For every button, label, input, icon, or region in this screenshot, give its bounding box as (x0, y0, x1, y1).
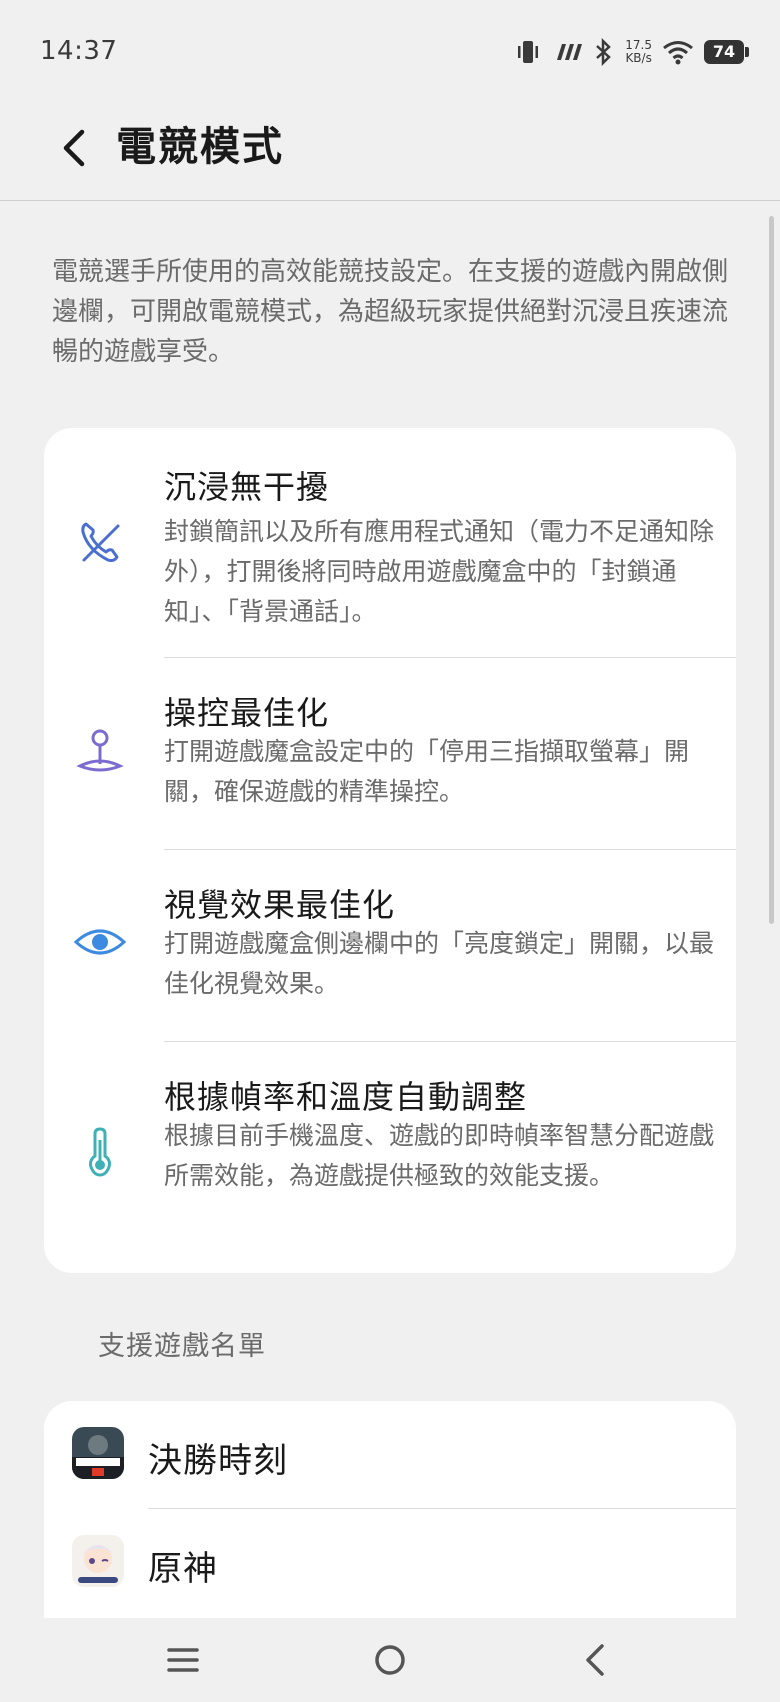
game-name: 決勝時刻 (148, 1441, 288, 1481)
feature-title: 操控最佳化 (164, 694, 330, 732)
scrollbar[interactable] (769, 216, 774, 924)
header: 電競模式 (0, 100, 780, 202)
feature-title: 視覺效果最佳化 (164, 886, 396, 924)
bluetooth-icon (596, 37, 612, 67)
eye-icon (74, 929, 126, 955)
back-icon[interactable] (568, 1632, 624, 1688)
features-card: 沉浸無干擾 封鎖簡訊以及所有應用程式通知（電力不足通知除外），打開後將同時啟用遊… (44, 428, 736, 1273)
call-of-duty-app-icon (72, 1427, 124, 1479)
feature-immersive: 沉浸無干擾 封鎖簡訊以及所有應用程式通知（電力不足通知除外），打開後將同時啟用遊… (44, 428, 736, 658)
feature-desc: 打開遊戲魔盒設定中的「停用三指擷取螢幕」開關，確保遊戲的精準操控。 (164, 737, 690, 806)
thermometer-icon (89, 1127, 111, 1177)
back-arrow-icon[interactable] (52, 120, 100, 176)
feature-title: 沉浸無干擾 (164, 468, 330, 506)
call-block-icon (81, 522, 120, 563)
net-speed: 17.5 KB/s (625, 39, 652, 65)
vibrate-icon (518, 41, 539, 63)
feature-auto-adjust: 根據幀率和溫度自動調整 根據目前手機溫度、遊戲的即時幀率智慧分配遊戲所需效能，為… (44, 1042, 736, 1273)
joystick-icon (76, 729, 124, 772)
status-bar: 14:37 17.5 KB/s 74 (0, 0, 780, 100)
home-icon[interactable] (362, 1632, 418, 1688)
mode-description: 電競選手所使用的高效能競技設定。在支援的遊戲內開啟側邊欄，可開啟電競模式，為超級… (52, 257, 729, 367)
feature-desc: 打開遊戲魔盒側邊欄中的「亮度鎖定」開關，以最佳化視覺效果。 (164, 929, 715, 998)
feature-control: 操控最佳化 打開遊戲魔盒設定中的「停用三指擷取螢幕」開關，確保遊戲的精準操控。 (44, 658, 736, 850)
feature-visual: 視覺效果最佳化 打開遊戲魔盒側邊欄中的「亮度鎖定」開關，以最佳化視覺效果。 (44, 850, 736, 1042)
supported-games-label: 支援遊戲名單 (98, 1331, 266, 1362)
game-item-genshin[interactable]: 原神 (44, 1509, 736, 1617)
page-title: 電競模式 (116, 124, 284, 170)
navigation-bar (0, 1618, 780, 1702)
feature-desc: 根據目前手機溫度、遊戲的即時幀率智慧分配遊戲所需效能，為遊戲提供極致的效能支援。 (164, 1121, 715, 1190)
signal-icon (557, 44, 583, 60)
feature-title: 根據幀率和溫度自動調整 (164, 1078, 528, 1116)
wifi-icon (663, 41, 693, 65)
genshin-app-icon (72, 1535, 124, 1587)
menu-icon[interactable] (155, 1632, 211, 1688)
status-icons: 17.5 KB/s 74 (513, 34, 749, 70)
net-speed-unit: KB/s (625, 51, 652, 65)
game-item-call-of-duty[interactable]: 決勝時刻 (44, 1401, 736, 1509)
game-name: 原神 (148, 1549, 218, 1589)
battery-icon: 74 (704, 40, 749, 64)
feature-desc: 封鎖簡訊以及所有應用程式通知（電力不足通知除外），打開後將同時啟用遊戲魔盒中的「… (164, 517, 715, 626)
header-divider (0, 200, 780, 201)
status-time: 14:37 (40, 36, 118, 66)
